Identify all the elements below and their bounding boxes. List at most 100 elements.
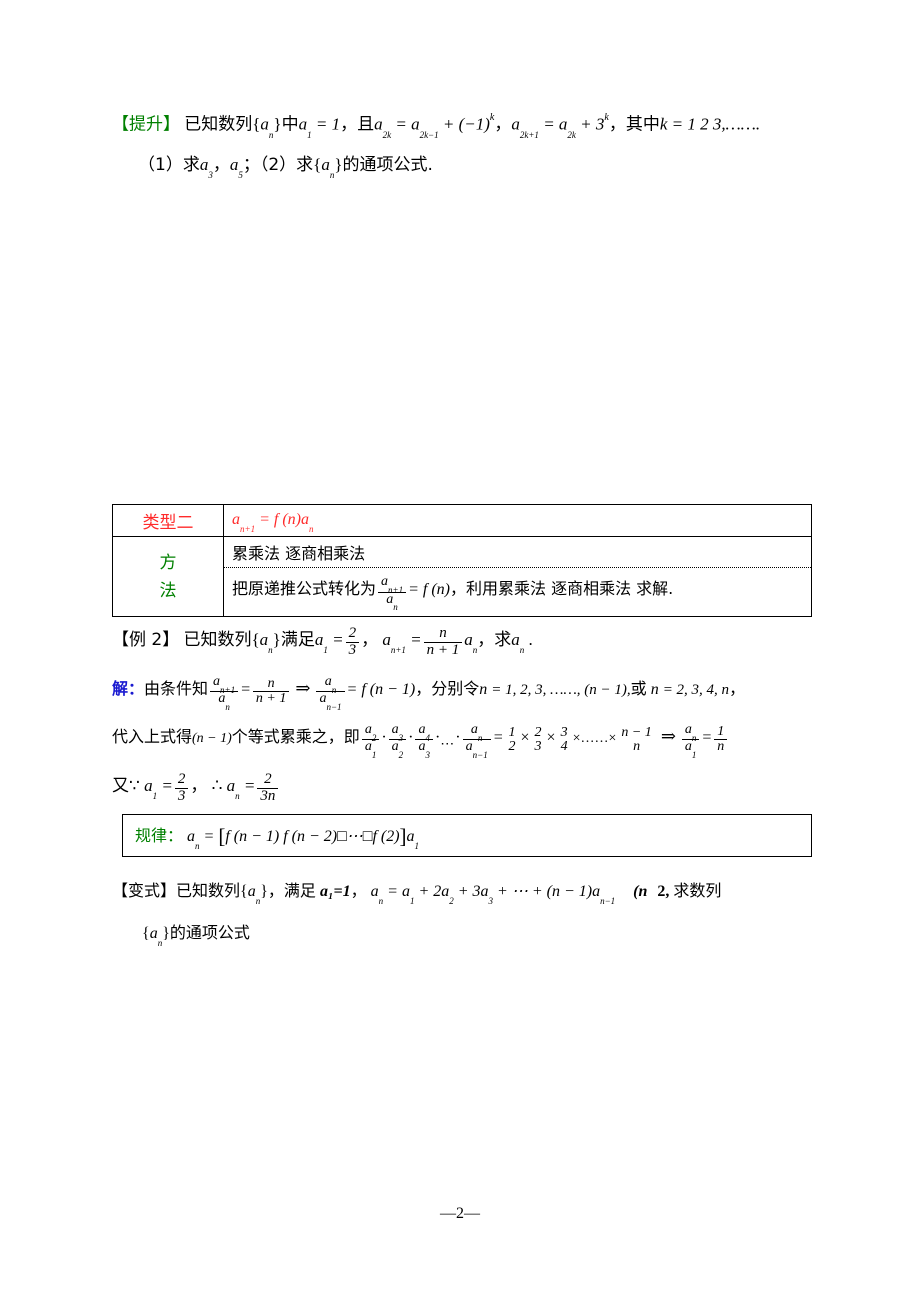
res-den: a xyxy=(684,739,692,755)
sol3-frac-1: 23 xyxy=(174,771,189,805)
solution-pre: 由条件知 xyxy=(144,679,209,698)
res-num2: 1 xyxy=(714,724,728,741)
method-row: 方 法 累乘法 逐商相乘法 xyxy=(112,536,812,617)
a1-symbol: a xyxy=(298,114,308,134)
rec2-tail: + 3 xyxy=(580,114,605,134)
sol-f1-num-sub: n+1 xyxy=(220,684,236,695)
bianshi-tail: 求数列 xyxy=(673,881,722,900)
q2-a-subscript: n xyxy=(329,170,335,181)
sol-n-2: n xyxy=(650,681,659,698)
r2-den: 3 xyxy=(534,739,542,755)
sol-values-1: = 1, 2, 3, ……, (n − 1), xyxy=(491,682,631,698)
solution-line-3: 又∵ a1 = 2 3， ∴ an = 2 3n xyxy=(112,769,280,809)
rn-den: n xyxy=(633,739,641,755)
sol3-eq-1: = xyxy=(161,776,173,795)
ex2-a1-subscript: 1 xyxy=(323,645,328,656)
rule-a1-subscript: 1 xyxy=(414,841,420,852)
sol2-count: (n − 1) xyxy=(192,731,232,746)
sol3-a1-subscript: 1 xyxy=(152,791,158,802)
times-2: × xyxy=(546,729,556,746)
k-values: = 1 2 3,……. xyxy=(671,114,761,134)
bianshi-rec-lhs-subscript: n xyxy=(378,896,384,907)
rec1-rhs-subscript: 2k−1 xyxy=(419,130,439,141)
document-page: 【提升】 已知数列{an}中a1 = 1，且a2k = a2k−1 + (−1)… xyxy=(0,0,920,1302)
sol-values-2: = 2, 3, 4, n xyxy=(662,682,730,698)
sol2-mid: 个等式累乘之，即 xyxy=(231,727,360,746)
sol-f3-num-sub: n xyxy=(331,684,337,695)
rule-label: 规律： xyxy=(135,826,184,845)
sol2-prod-3: a4 a3 xyxy=(415,722,433,760)
solution-line-1: 解：由条件知 an+1 an = n n + 1 ⇒ an an−1 = f (n − 1)，分别… xyxy=(112,671,746,712)
bianshi-rec-equals: = xyxy=(387,883,398,900)
q2-a: a xyxy=(321,155,330,175)
bianshi-t4: (n − 1)a xyxy=(546,883,601,900)
bianshi-tag: 【变式】 xyxy=(112,881,177,900)
solution-line-2: 代入上式得(n − 1)个等式累乘之，即 a2 a1 · a3 a2 · a4 a3 ·⋯· an a… xyxy=(112,719,729,761)
pn-num: a xyxy=(470,722,478,738)
where-word: 其中 xyxy=(625,114,660,135)
p2-num: a xyxy=(391,722,399,738)
rec1-lhs: a xyxy=(374,114,383,134)
rule-an: a xyxy=(187,828,196,845)
bianshi2-close-brace: } xyxy=(162,925,170,942)
comma-3: ， xyxy=(608,114,626,135)
ex2-close-brace: } xyxy=(272,630,281,649)
rec2-tail-exponent: k xyxy=(604,112,609,123)
sol-frac-2: nn + 1 xyxy=(252,676,290,707)
sol-n-1: n xyxy=(479,681,488,698)
bianshi2-open-brace: { xyxy=(142,925,150,942)
type-row: 类型二 an+1 = f (n)an xyxy=(112,504,812,537)
sol3-therefore: ∴ xyxy=(211,776,223,795)
ex2-a1-den: 3 xyxy=(348,641,357,658)
method-row-1-cell: 累乘法 逐商相乘法 xyxy=(223,536,812,568)
sol-line1-end: ， xyxy=(729,679,746,698)
example-2-stem: 已知数列 xyxy=(183,630,252,650)
ex2-rec-equals: = xyxy=(410,630,422,649)
rec1-equals: = xyxy=(395,114,407,134)
bianshi-t1: a xyxy=(401,883,410,900)
comma-2: ， xyxy=(494,114,512,135)
ex2-rec-lhs: a xyxy=(382,630,391,649)
a1-value: = 1 xyxy=(315,114,341,134)
ex2-ask-subscript: n xyxy=(519,645,525,656)
method-row-1-text: 累乘法 逐商相乘法 xyxy=(232,544,366,563)
q1-a3-subscript: 3 xyxy=(208,170,213,181)
bianshi-t2: + 2a xyxy=(418,883,450,900)
ex2-seq-subscript: n xyxy=(268,645,273,656)
tishen-line-1: 【提升】 已知数列{an}中a1 = 1，且a2k = a2k−1 + (−1)… xyxy=(112,104,814,148)
sol2-pre: 代入上式得 xyxy=(112,727,193,746)
method-row-2-fraction: an+1 an xyxy=(378,574,407,612)
sol3-num-1: 2 xyxy=(174,771,189,789)
sol-mid: ，分别令 xyxy=(415,679,480,698)
sol-eq-2: = f (n − 1) xyxy=(346,681,416,698)
rn-num: n − 1 xyxy=(621,724,652,740)
r1-den: 2 xyxy=(508,739,516,755)
bianshi-close-brace: } xyxy=(260,883,268,900)
res-num: a xyxy=(684,722,692,738)
bianshi2-tail: 的通项公式 xyxy=(169,923,250,942)
ex2-rec-tail-subscript: n xyxy=(472,645,478,656)
bianshi-a1-equation: a₁=1 xyxy=(319,883,351,900)
bianshi-dots: + ⋯ + xyxy=(497,883,543,900)
bianshi2-a: a xyxy=(149,925,158,942)
sol-f2-den: n + 1 xyxy=(255,691,287,707)
bianshi-line-2: {an}的通项公式 xyxy=(142,916,250,956)
sol-or: 或 xyxy=(630,679,647,698)
sol3-an: a xyxy=(226,776,236,795)
ex2-rec-fraction: nn + 1 xyxy=(423,625,463,659)
sol2-result-eq: = xyxy=(701,729,713,746)
p2-den-sub: 2 xyxy=(398,750,404,761)
sol3-a1: a xyxy=(144,776,153,795)
sol3-den-1: 3 xyxy=(177,787,186,804)
rule-an-subscript: n xyxy=(195,841,200,852)
res-num-sub: n xyxy=(691,732,697,743)
sol-eq-1: = xyxy=(240,681,251,698)
seq-a: a xyxy=(260,114,269,134)
r2-num: 2 xyxy=(534,724,542,740)
seq-close-brace: } xyxy=(273,114,282,134)
bianshi-condition-value: 2, xyxy=(657,883,670,900)
ex2-ask-a: a xyxy=(511,630,520,649)
ex2-seq-a: a xyxy=(259,630,269,649)
method-frac-den-sub: n xyxy=(393,602,398,613)
rule-bracket-close: ] xyxy=(399,824,407,848)
